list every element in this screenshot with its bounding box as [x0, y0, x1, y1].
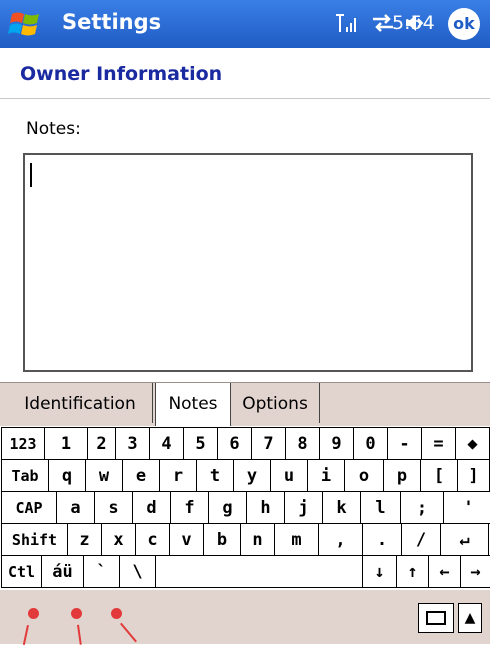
- page-title: Owner Information: [20, 63, 223, 85]
- keyboard-key[interactable]: 123: [1, 427, 45, 460]
- tab-notes[interactable]: Notes: [155, 383, 231, 426]
- keyboard-key[interactable]: q: [48, 459, 86, 492]
- keyboard-key[interactable]: \: [119, 555, 156, 588]
- keyboard-key[interactable]: 0: [353, 427, 388, 460]
- keyboard-key[interactable]: ←: [428, 555, 461, 588]
- keyboard-key[interactable]: w: [85, 459, 123, 492]
- annotation-dot: [111, 608, 122, 619]
- keyboard-key[interactable]: áü: [41, 555, 84, 588]
- text-caret: [30, 163, 32, 187]
- keyboard-key[interactable]: ↓: [362, 555, 397, 588]
- keyboard-key[interactable]: g: [208, 491, 247, 524]
- keyboard-key[interactable]: 2: [87, 427, 116, 460]
- windows-logo-icon[interactable]: [8, 8, 44, 40]
- input-menu-arrow[interactable]: ▲: [458, 603, 482, 633]
- keyboard-key[interactable]: ,: [318, 523, 363, 556]
- keyboard-key[interactable]: 5: [183, 427, 218, 460]
- keyboard-key[interactable]: .: [362, 523, 402, 556]
- keyboard-key[interactable]: k: [322, 491, 361, 524]
- keyboard-key[interactable]: ;: [400, 491, 444, 524]
- notes-label: Notes:: [26, 119, 81, 139]
- keyboard-icon: [426, 611, 446, 625]
- keyboard-key[interactable]: l: [360, 491, 401, 524]
- keyboard-key[interactable]: e: [122, 459, 160, 492]
- keyboard-key[interactable]: 3: [115, 427, 150, 460]
- keyboard-key[interactable]: 1: [44, 427, 88, 460]
- title-divider: [0, 98, 490, 99]
- keyboard-key[interactable]: y: [233, 459, 271, 492]
- annotation-dot: [71, 608, 82, 619]
- keyboard-key[interactable]: f: [170, 491, 209, 524]
- keyboard-key[interactable]: z: [67, 523, 102, 556]
- tab-identification[interactable]: Identification: [8, 383, 153, 423]
- keyboard-key[interactable]: `: [83, 555, 120, 588]
- keyboard-key[interactable]: CAP: [1, 491, 57, 524]
- keyboard-key[interactable]: b: [203, 523, 241, 556]
- keyboard-key[interactable]: i: [307, 459, 345, 492]
- notes-textarea[interactable]: [23, 153, 473, 372]
- keyboard-key[interactable]: Tab: [1, 459, 49, 492]
- keyboard-key[interactable]: s: [94, 491, 133, 524]
- clock-time[interactable]: 5:54: [392, 12, 435, 34]
- keyboard-key-space[interactable]: [155, 555, 363, 588]
- keyboard-key[interactable]: 8: [285, 427, 320, 460]
- keyboard-key[interactable]: ': [443, 491, 490, 524]
- soft-keyboard: 123 1 2 3 4 5 6 7 8 9 0- = ◆ Tab q w e r t y u i o p[] CAP a s d f g h…: [0, 427, 490, 590]
- keyboard-key[interactable]: 6: [217, 427, 252, 460]
- keyboard-key[interactable]: t: [196, 459, 234, 492]
- keyboard-key[interactable]: h: [246, 491, 285, 524]
- keyboard-key[interactable]: 4: [149, 427, 184, 460]
- keyboard-key[interactable]: ↑: [396, 555, 429, 588]
- title-bar: Settings 5:54 ok: [0, 0, 490, 48]
- keyboard-key[interactable]: v: [169, 523, 204, 556]
- keyboard-key[interactable]: ]: [457, 459, 490, 492]
- keyboard-key[interactable]: r: [159, 459, 197, 492]
- keyboard-key[interactable]: /: [401, 523, 441, 556]
- keyboard-key[interactable]: m: [274, 523, 319, 556]
- keyboard-key[interactable]: u: [270, 459, 308, 492]
- keyboard-key[interactable]: -: [387, 427, 422, 460]
- keyboard-key[interactable]: n: [240, 523, 275, 556]
- input-panel-button[interactable]: [418, 603, 454, 633]
- keyboard-key[interactable]: →: [460, 555, 490, 588]
- keyboard-key[interactable]: [: [420, 459, 458, 492]
- annotation-dot: [28, 608, 39, 619]
- keyboard-key[interactable]: x: [101, 523, 136, 556]
- keyboard-key[interactable]: =: [421, 427, 456, 460]
- keyboard-key[interactable]: ↵: [440, 523, 489, 556]
- keyboard-key[interactable]: o: [344, 459, 384, 492]
- signal-icon[interactable]: [335, 12, 359, 39]
- keyboard-key[interactable]: Ctl: [1, 555, 42, 588]
- keyboard-key[interactable]: d: [132, 491, 171, 524]
- keyboard-key[interactable]: j: [284, 491, 323, 524]
- keyboard-key[interactable]: 7: [251, 427, 286, 460]
- keyboard-key[interactable]: ◆: [455, 427, 490, 460]
- tab-options[interactable]: Options: [231, 383, 320, 423]
- keyboard-key[interactable]: a: [56, 491, 95, 524]
- keyboard-key[interactable]: p: [383, 459, 421, 492]
- keyboard-key[interactable]: 9: [319, 427, 354, 460]
- keyboard-key[interactable]: Shift: [1, 523, 68, 556]
- app-title: Settings: [62, 10, 162, 34]
- ok-button[interactable]: ok: [448, 8, 480, 40]
- keyboard-key[interactable]: c: [135, 523, 170, 556]
